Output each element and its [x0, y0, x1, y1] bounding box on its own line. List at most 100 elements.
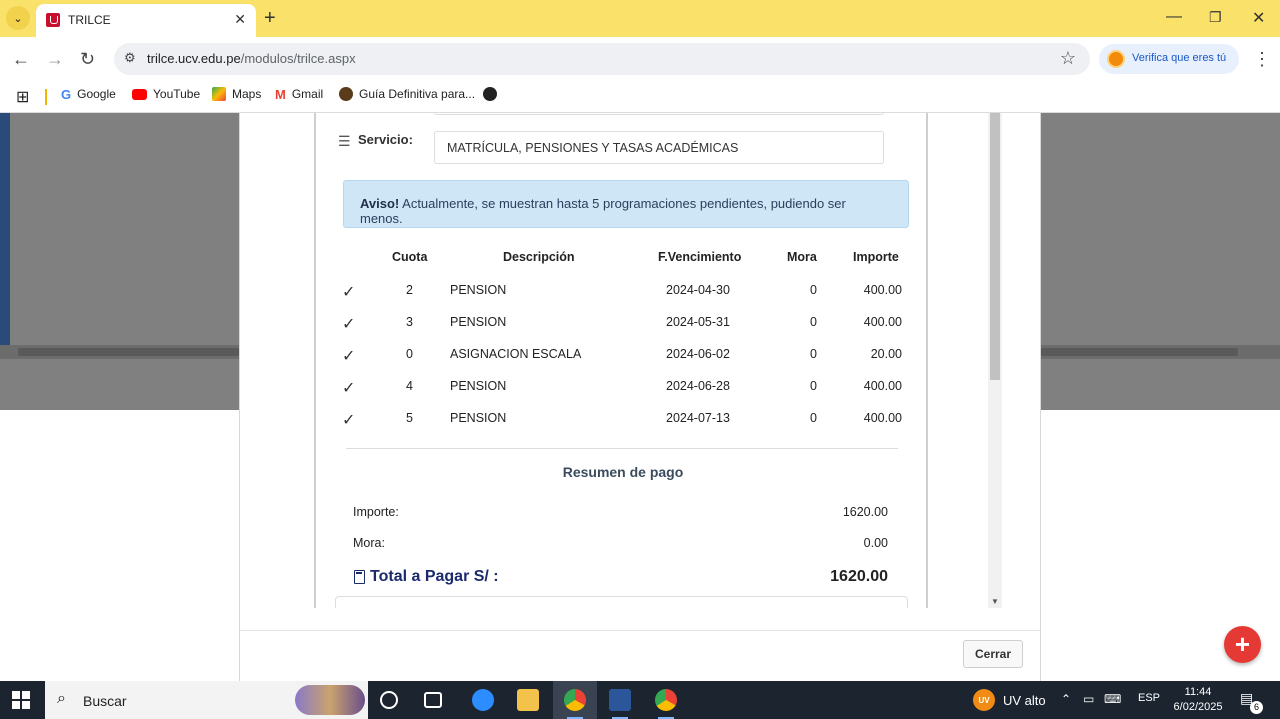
- restore-icon[interactable]: ❐: [1209, 9, 1222, 26]
- mora-value: 0.00: [863, 536, 888, 550]
- scroll-down-icon[interactable]: ▼: [991, 597, 999, 606]
- windows-taskbar: ⌕ Buscar UV UV alto ⌃ ▭ ⌨ ESP 11:44 6/02…: [0, 681, 1280, 719]
- youtube-icon: [132, 88, 147, 100]
- table-row[interactable]: ✓ 0 ASIGNACION ESCALA 2024-06-02 0 20.00: [316, 342, 926, 374]
- service-field[interactable]: MATRÍCULA, PENSIONES Y TASAS ACADÉMICAS: [434, 131, 884, 164]
- taskbar-search[interactable]: ⌕ Buscar: [45, 681, 368, 719]
- clock[interactable]: 11:44 6/02/2025: [1168, 685, 1228, 715]
- tab-close-icon[interactable]: ✕: [234, 11, 246, 28]
- cell-mora: 0: [810, 411, 817, 425]
- list-icon: ☰: [338, 133, 351, 149]
- search-highlight-image: [295, 685, 365, 715]
- cell-descripcion: ASIGNACION ESCALA: [450, 347, 582, 361]
- menu-icon[interactable]: ⋮: [1253, 49, 1271, 70]
- header-descripcion: Descripción: [503, 250, 575, 264]
- cell-cuota: 5: [406, 411, 413, 425]
- divider: [45, 89, 47, 105]
- scroll-thumb[interactable]: [990, 113, 1000, 380]
- header-vencimiento: F.Vencimiento: [658, 250, 742, 264]
- importe-label: Importe:: [353, 505, 399, 519]
- table-row[interactable]: ✓ 5 PENSION 2024-07-13 0 400.00: [316, 406, 926, 438]
- payment-modal: ☰ Servicio: MATRÍCULA, PENSIONES Y TASAS…: [239, 113, 1041, 681]
- back-icon[interactable]: ←: [12, 49, 30, 70]
- clock-date: 6/02/2025: [1173, 701, 1223, 713]
- header-cuota: Cuota: [392, 250, 428, 264]
- cell-importe: 400.00: [863, 379, 902, 393]
- total-label-text: Total a Pagar S/ :: [370, 568, 499, 585]
- new-tab-button[interactable]: +: [264, 7, 276, 30]
- google-icon: G: [61, 87, 72, 102]
- cell-vencimiento: 2024-04-30: [666, 283, 730, 297]
- zoom-icon[interactable]: [472, 689, 494, 711]
- close-window-icon[interactable]: ✕: [1252, 8, 1265, 28]
- cell-vencimiento: 2024-06-02: [666, 347, 730, 361]
- guia-icon: [339, 87, 353, 101]
- bookmark-label: Guía Definitiva para...: [359, 87, 476, 101]
- cell-mora: 0: [810, 315, 817, 329]
- word-icon[interactable]: [609, 689, 631, 711]
- bookmark-google[interactable]: G Google: [61, 87, 116, 102]
- alert-text: Actualmente, se muestran hasta 5 program…: [360, 196, 846, 226]
- header-mora: Mora: [787, 250, 817, 264]
- previous-field: [434, 113, 884, 115]
- windows-start-icon[interactable]: [12, 691, 30, 709]
- url-host: trilce.ucv.edu.pe: [147, 51, 241, 66]
- importe-value: 1620.00: [842, 505, 888, 519]
- task-view-icon[interactable]: [424, 692, 442, 708]
- address-toolbar: ← → ↻ ⚙ trilce.ucv.edu.pe/modulos/trilce…: [0, 37, 1280, 81]
- bookmark-star-icon[interactable]: ☆: [1060, 48, 1076, 69]
- verify-button[interactable]: Verifica que eres tú: [1099, 44, 1239, 74]
- bookmark-label: YouTube: [153, 87, 201, 101]
- cell-vencimiento: 2024-07-13: [666, 411, 730, 425]
- bookmark-youtube[interactable]: YouTube: [132, 87, 200, 101]
- cell-cuota: 4: [406, 379, 413, 393]
- reload-icon[interactable]: ↻: [80, 49, 95, 70]
- close-button[interactable]: Cerrar: [963, 640, 1023, 668]
- table-row[interactable]: ✓ 3 PENSION 2024-05-31 0 400.00: [316, 310, 926, 342]
- left-edge: [0, 113, 10, 345]
- alert-title: Aviso!: [360, 196, 400, 211]
- tab-search-button[interactable]: ⌄: [6, 6, 30, 30]
- notice-alert: Aviso! Actualmente, se muestran hasta 5 …: [343, 180, 909, 228]
- add-fab-button[interactable]: +: [1224, 626, 1261, 663]
- cell-descripcion: PENSION: [450, 283, 507, 297]
- uv-label[interactable]: UV alto: [1003, 693, 1046, 708]
- bookmark-maps[interactable]: Maps: [212, 87, 261, 101]
- cell-mora: 0: [810, 379, 817, 393]
- tab-trilce[interactable]: TRILCE ✕: [36, 4, 256, 37]
- bookmark-gmail[interactable]: M Gmail: [275, 87, 324, 102]
- minimize-icon[interactable]: —: [1166, 8, 1182, 26]
- chrome-profile-icon[interactable]: [655, 689, 677, 711]
- bookmark-guia[interactable]: Guía Definitiva para...: [339, 87, 475, 101]
- cell-cuota: 2: [406, 283, 413, 297]
- bookmark-label: Google: [77, 87, 116, 101]
- profile-icon: [1107, 50, 1125, 68]
- table-row[interactable]: ✓ 4 PENSION 2024-06-28 0 400.00: [316, 374, 926, 406]
- modal-vertical-scrollbar[interactable]: ▼: [988, 113, 1002, 608]
- verify-label: Verifica que eres tú: [1132, 52, 1227, 64]
- next-section: [335, 596, 908, 608]
- file-explorer-icon[interactable]: [517, 689, 539, 711]
- total-label: Total a Pagar S/ :: [354, 568, 499, 586]
- battery-icon[interactable]: ▭: [1083, 692, 1094, 706]
- chrome-icon[interactable]: [564, 689, 586, 711]
- bookmark-label: Gmail: [291, 87, 324, 101]
- keyboard-icon[interactable]: ⌨: [1104, 692, 1121, 706]
- url-text[interactable]: trilce.ucv.edu.pe/modulos/trilce.aspx: [147, 51, 356, 66]
- tab-title: TRILCE: [68, 13, 111, 27]
- cell-cuota: 3: [406, 315, 413, 329]
- cell-descripcion: PENSION: [450, 411, 507, 425]
- cortana-icon[interactable]: [380, 691, 398, 709]
- table-row[interactable]: ✓ 2 PENSION 2024-04-30 0 400.00: [316, 278, 926, 310]
- uv-badge[interactable]: UV: [973, 689, 995, 711]
- apps-icon[interactable]: ⊞: [16, 87, 29, 107]
- omnibox[interactable]: ⚙ trilce.ucv.edu.pe/modulos/trilce.aspx …: [114, 43, 1090, 75]
- globe-icon[interactable]: [483, 87, 497, 101]
- language-indicator[interactable]: ESP: [1138, 692, 1160, 704]
- site-info-icon[interactable]: ⚙: [124, 50, 136, 66]
- chevron-up-icon[interactable]: ⌃: [1061, 692, 1071, 706]
- cell-descripcion: PENSION: [450, 315, 507, 329]
- search-icon: ⌕: [57, 690, 66, 707]
- check-icon: ✓: [342, 284, 356, 301]
- forward-icon[interactable]: →: [46, 49, 64, 70]
